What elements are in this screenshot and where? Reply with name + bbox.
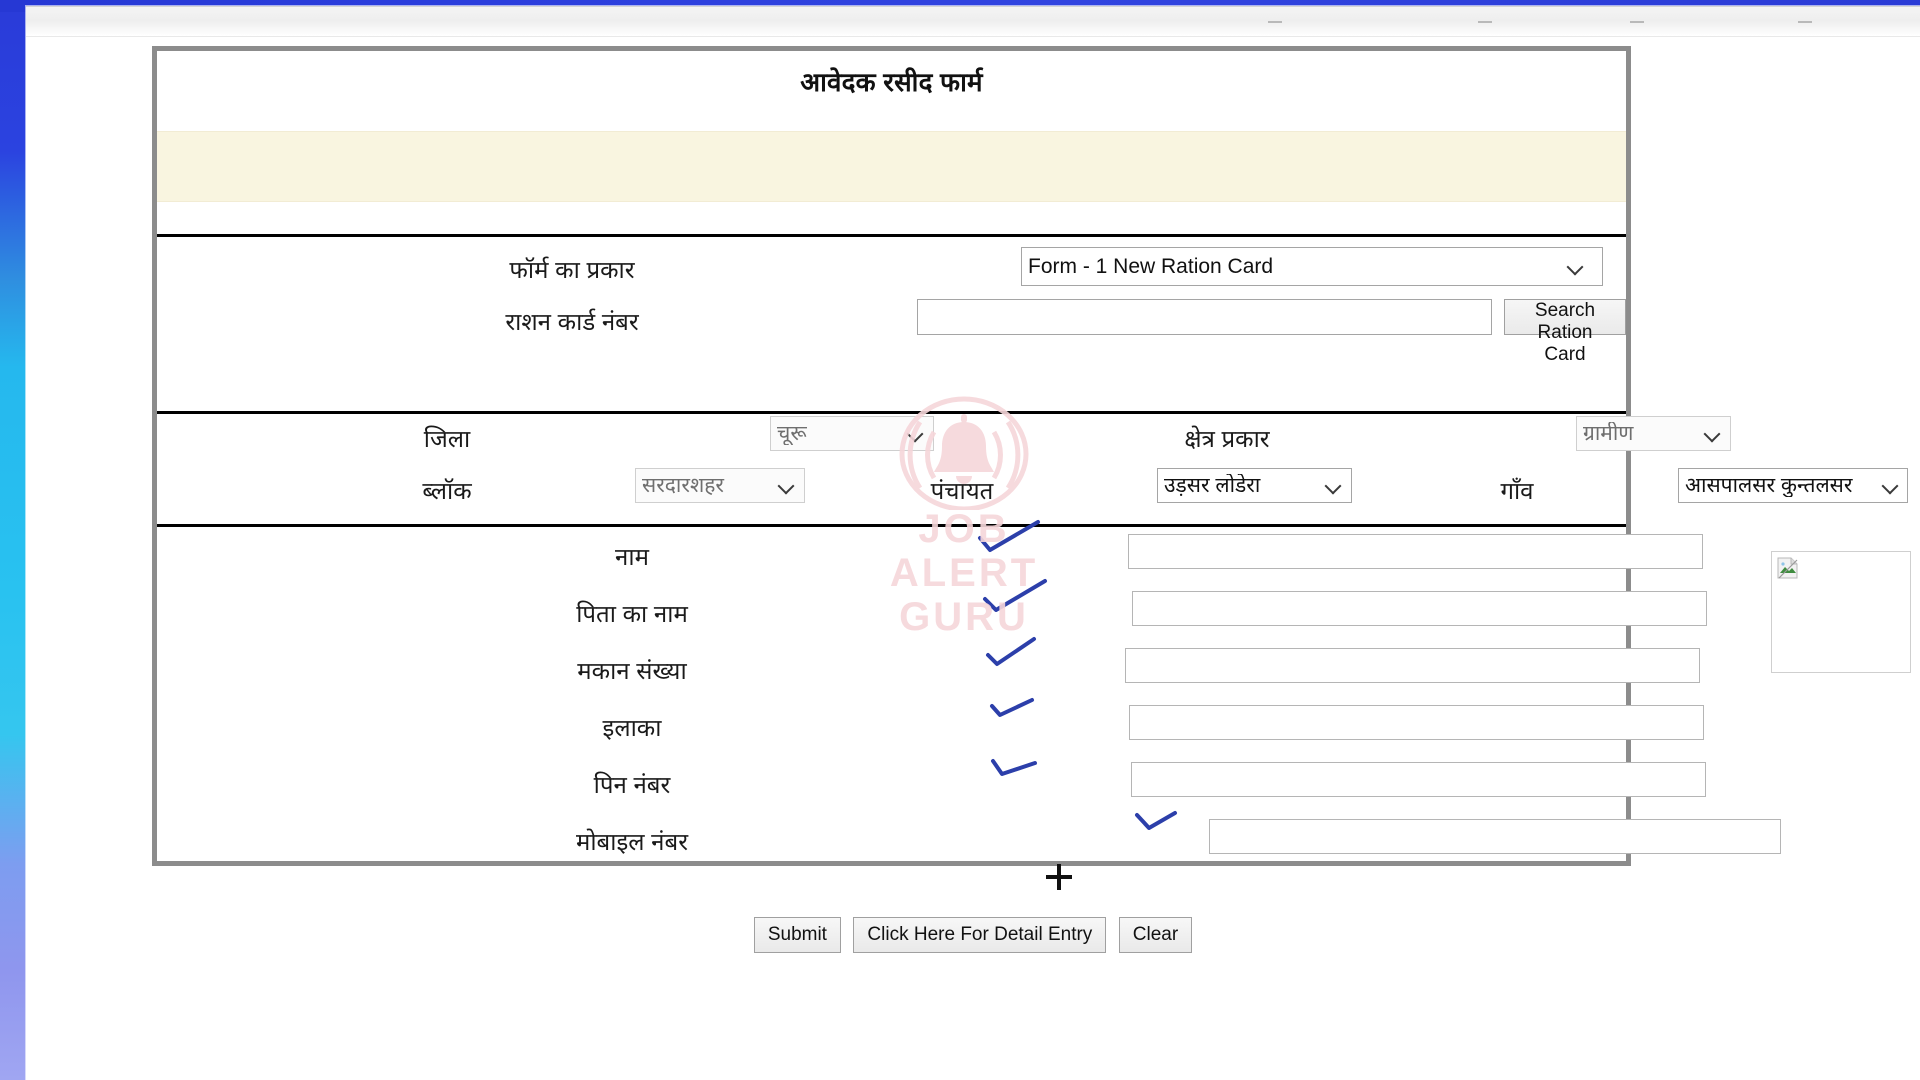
field-label-mobile-number: मोबाइल नंबर — [575, 829, 689, 856]
field-row: मकान संख्या — [157, 643, 1700, 700]
page-title: आवेदक रसीद फार्म — [800, 67, 983, 97]
district-area-row: जिला चूरू क्षेत्र प्रकार ग्रामीण — [157, 416, 1731, 468]
area-type-label: क्षेत्र प्रकार — [1184, 426, 1270, 453]
location-section: जिला चूरू क्षेत्र प्रकार ग्रामीण ब्लॉक स… — [157, 416, 1908, 526]
field-row: मोबाइल नंबर — [157, 814, 1781, 871]
field-label-pin-number: पिन नंबर — [593, 772, 671, 799]
field-row: नाम — [157, 529, 1703, 586]
ration-card-number-label: राशन कार्ड नंबर — [505, 309, 639, 336]
form-type-select[interactable]: Form - 1 New Ration Card — [1021, 247, 1603, 286]
field-row: पिन नंबर — [157, 757, 1706, 814]
field-label-name: नाम — [615, 544, 649, 571]
form-type-row: फॉर्म का प्रकार Form - 1 New Ration Card — [157, 247, 1626, 293]
browser-window: आवेदक रसीद फार्म फॉर्म का प्रकार Form - … — [26, 6, 1920, 1080]
chrome-tick-2 — [1478, 21, 1492, 23]
block-select[interactable]: सरदारशहर — [635, 468, 805, 503]
notice-banner — [157, 131, 1626, 202]
applicant-fields-section: नाम पिता का नाम मकान संख्या इलाका पिन नं… — [157, 529, 1781, 859]
ration-card-number-input[interactable] — [917, 299, 1492, 335]
father-name-input[interactable] — [1132, 591, 1707, 626]
page-content-area: आवेदक रसीद फार्म फॉर्म का प्रकार Form - … — [26, 37, 1920, 1080]
applicant-receipt-form-panel: आवेदक रसीद फार्म फॉर्म का प्रकार Form - … — [152, 46, 1911, 866]
mobile-number-input[interactable] — [1209, 819, 1781, 854]
chrome-tick-3 — [1630, 21, 1644, 23]
pin-number-input[interactable] — [1131, 762, 1706, 797]
detail-entry-button[interactable]: Click Here For Detail Entry — [853, 917, 1107, 953]
field-row: इलाका — [157, 700, 1704, 757]
broken-image-icon — [1777, 557, 1798, 579]
panchayat-label: पंचायत — [930, 478, 994, 505]
field-label-area: इलाका — [602, 715, 662, 742]
village-select[interactable]: आसपालसर कुन्तलसर — [1678, 468, 1908, 503]
chrome-tick-1 — [1268, 21, 1282, 23]
area-type-select[interactable]: ग्रामीण — [1576, 416, 1731, 451]
house-number-input[interactable] — [1125, 648, 1700, 683]
name-input[interactable] — [1128, 534, 1703, 569]
village-label: गाँव — [1500, 478, 1534, 505]
clear-button[interactable]: Clear — [1118, 917, 1193, 953]
applicant-photo-placeholder — [1771, 551, 1911, 673]
district-label: जिला — [423, 426, 471, 453]
ration-card-number-row: राशन कार्ड नंबर Search Ration Card — [157, 299, 1626, 365]
form-type-section: फॉर्म का प्रकार Form - 1 New Ration Card… — [157, 237, 1626, 367]
divider-fields-top — [157, 524, 1626, 527]
search-ration-card-button[interactable]: Search Ration Card — [1504, 299, 1626, 365]
panchayat-select[interactable]: उड़सर लोडेरा — [1157, 468, 1352, 503]
form-type-label: फॉर्म का प्रकार — [509, 257, 635, 284]
form-action-bar: Submit Click Here For Detail Entry Clear — [26, 917, 1920, 953]
field-label-father-name: पिता का नाम — [576, 601, 688, 628]
block-label: ब्लॉक — [422, 478, 472, 505]
block-panchayat-village-row: ब्लॉक सरदारशहर पंचायत उड़सर लोडेरा गाँव … — [157, 468, 1908, 520]
area-input[interactable] — [1129, 705, 1704, 740]
district-select[interactable]: चूरू — [770, 416, 934, 451]
field-label-house-number: मकान संख्या — [577, 658, 687, 685]
chrome-tick-4 — [1798, 21, 1812, 23]
submit-button[interactable]: Submit — [753, 917, 841, 953]
field-row: पिता का नाम — [157, 586, 1707, 643]
divider-location-top — [157, 411, 1626, 414]
browser-chrome-bar — [26, 7, 1920, 37]
desktop-background: आवेदक रसीद फार्म फॉर्म का प्रकार Form - … — [0, 0, 1920, 1080]
